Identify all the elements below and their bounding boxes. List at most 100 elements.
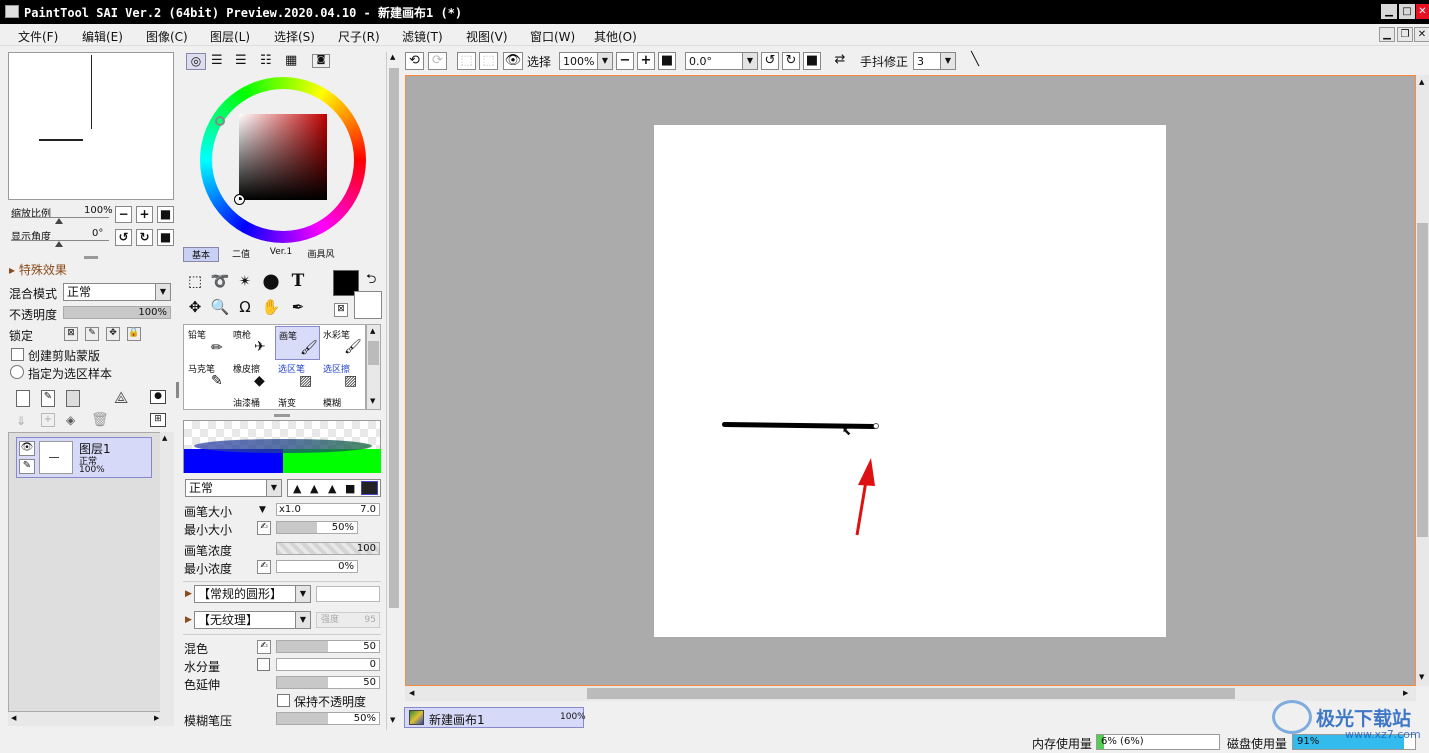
- selection-visibility-eye-icon[interactable]: 👁: [503, 52, 523, 70]
- menu-edit[interactable]: 编辑(E): [82, 28, 123, 45]
- zoom-tool[interactable]: 🔍: [209, 296, 231, 318]
- scroll-up-icon[interactable]: ▲: [370, 327, 375, 335]
- zoom-select[interactable]: 100% ▼: [559, 52, 613, 70]
- tab-ver1[interactable]: Ver.1: [263, 247, 299, 262]
- layer-scroll-splitter[interactable]: [176, 382, 179, 398]
- lock-paint-icon[interactable]: ✎: [85, 327, 99, 341]
- opacity-slider[interactable]: 100%: [63, 306, 171, 319]
- new-linework-layer-icon[interactable]: ✎: [41, 390, 55, 407]
- menu-file[interactable]: 文件(F): [18, 28, 58, 45]
- canvas-page[interactable]: ⬉: [654, 125, 1166, 637]
- shape-soft-icon[interactable]: ▲: [293, 482, 301, 495]
- menu-other[interactable]: 其他(O): [594, 28, 637, 45]
- min-density-pressure-icon[interactable]: ✍: [257, 560, 271, 574]
- invert-select-button[interactable]: ⬚: [479, 52, 498, 70]
- toolbar-rotate-left-button[interactable]: ↺: [761, 52, 779, 70]
- zoom-out-button[interactable]: −: [115, 206, 132, 223]
- rotate-tool[interactable]: Ω: [234, 296, 256, 318]
- flip-horizontal-button[interactable]: ⇄: [830, 52, 850, 70]
- menu-layer[interactable]: 图层(L): [210, 28, 250, 45]
- lock-move-icon[interactable]: ✥: [106, 327, 120, 341]
- brush-brush[interactable]: 画笔 🖌: [275, 326, 320, 360]
- lock-transparency-icon[interactable]: ⊠: [64, 327, 78, 341]
- brush-watercolor[interactable]: 水彩笔 🖌: [320, 326, 365, 360]
- scroll-thumb[interactable]: [368, 341, 379, 365]
- hue-picker[interactable]: [215, 116, 225, 126]
- layer-mask-icon[interactable]: ●: [150, 390, 166, 404]
- straight-line-button[interactable]: ╲: [965, 52, 985, 70]
- zoom-slider-thumb[interactable]: [55, 218, 63, 224]
- redo-button[interactable]: ⟳: [428, 52, 447, 70]
- shape-full-icon[interactable]: [361, 481, 378, 495]
- brush-grid-scrollbar[interactable]: ▲ ▼: [366, 324, 381, 410]
- brush-blur[interactable]: 模糊: [320, 394, 365, 410]
- scroll-thumb[interactable]: [1417, 223, 1428, 537]
- brush-panel-splitter[interactable]: [274, 414, 290, 417]
- merge-down-icon[interactable]: +: [41, 413, 55, 427]
- hand-tool[interactable]: ✋: [260, 296, 282, 318]
- min-density-slider[interactable]: 0%: [276, 560, 358, 573]
- sv-square[interactable]: [239, 114, 327, 200]
- brush-bucket[interactable]: 油漆桶: [230, 394, 275, 410]
- shape-flat-icon[interactable]: ■: [345, 482, 355, 495]
- brush-pencil[interactable]: 铅笔 ✏: [185, 326, 230, 360]
- effects-expander[interactable]: ▸ 特殊效果: [9, 261, 67, 278]
- shape-tool[interactable]: ⬤: [260, 270, 282, 292]
- layer-list-scrollbar[interactable]: ▲: [160, 432, 174, 712]
- water-checkbox[interactable]: [257, 658, 270, 671]
- lock-all-icon[interactable]: 🔒: [127, 327, 141, 341]
- color-wheel[interactable]: [200, 77, 366, 243]
- menu-view[interactable]: 视图(V): [466, 28, 508, 45]
- scroll-up-icon[interactable]: ▲: [1419, 78, 1424, 86]
- menu-ruler[interactable]: 尺子(R): [338, 28, 380, 45]
- close-button[interactable]: ✕: [1416, 4, 1429, 19]
- brush-marker[interactable]: 马克笔 ✎: [185, 360, 230, 394]
- menu-image[interactable]: 图像(C): [146, 28, 188, 45]
- color-wheel-mode-icon[interactable]: ◎: [186, 53, 206, 70]
- toolbar-rotate-right-button[interactable]: ↻: [782, 52, 800, 70]
- scroll-right-icon[interactable]: ▶: [1403, 689, 1408, 697]
- menu-window[interactable]: 窗口(W): [530, 28, 575, 45]
- panel-splitter[interactable]: [84, 256, 98, 259]
- doc-restore-button[interactable]: ❐: [1397, 27, 1413, 42]
- lasso-tool[interactable]: ➰: [209, 270, 231, 292]
- selection-source-radio[interactable]: [10, 365, 24, 379]
- transfer-down-icon[interactable]: ⇓: [16, 414, 26, 428]
- brush-size-field[interactable]: x1.0 7.0: [276, 503, 380, 516]
- texture-expander-icon[interactable]: ▶: [185, 615, 192, 625]
- scroll-down-icon[interactable]: ▼: [370, 397, 375, 405]
- doc-close-button[interactable]: ✕: [1414, 27, 1429, 42]
- layer-symmetry-icon[interactable]: ⟁: [114, 388, 128, 408]
- move-tool[interactable]: ✥: [184, 296, 206, 318]
- brush-select-pen[interactable]: 选区笔 ▨: [275, 360, 320, 394]
- scroll-left-icon[interactable]: ◀: [409, 689, 414, 697]
- hsv-slider-icon[interactable]: ☰: [235, 53, 247, 68]
- canvas-tab[interactable]: 新建画布1 100%: [404, 707, 586, 728]
- angle-slider-thumb[interactable]: [55, 241, 63, 247]
- rotate-right-button[interactable]: ↻: [136, 229, 153, 246]
- scroll-right-icon[interactable]: ▶: [154, 714, 159, 722]
- toolbar-zoom-reset-button[interactable]: ■: [658, 52, 676, 70]
- scroll-down-icon[interactable]: ▼: [1419, 673, 1424, 681]
- new-folder-icon[interactable]: [66, 390, 80, 407]
- toolbar-zoom-out-button[interactable]: −: [616, 52, 634, 70]
- brush-select-eraser[interactable]: 选区擦 ▨: [320, 360, 365, 394]
- text-tool[interactable]: T: [287, 270, 309, 292]
- texture-select[interactable]: 【无纹理】 ▼: [194, 611, 311, 629]
- tab-basic[interactable]: 基本: [183, 247, 219, 262]
- brush-airbrush[interactable]: 喷枪 ✈: [230, 326, 275, 360]
- swap-colors-icon[interactable]: ⮌: [366, 270, 376, 292]
- brush-eraser[interactable]: 橡皮擦 ◆: [230, 360, 275, 394]
- scroll-thumb[interactable]: [587, 688, 1235, 699]
- stabilizer-select[interactable]: 3 ▼: [913, 52, 956, 70]
- canvas-hscrollbar[interactable]: ◀ ▶: [405, 686, 1416, 701]
- menu-filter[interactable]: 滤镜(T): [402, 28, 443, 45]
- doc-minimize-button[interactable]: ▁: [1379, 27, 1395, 42]
- clear-layer-icon[interactable]: ◈: [66, 413, 75, 427]
- swatch-icon[interactable]: ▦: [285, 53, 297, 68]
- canvas-viewport[interactable]: ⬉: [405, 75, 1416, 686]
- add-mask-icon[interactable]: ⊞: [150, 413, 166, 427]
- tool-panel-scrollbar[interactable]: ▲ ▼: [386, 52, 401, 730]
- scroll-thumb[interactable]: [389, 68, 399, 608]
- color-stretch-slider[interactable]: 50: [276, 676, 380, 689]
